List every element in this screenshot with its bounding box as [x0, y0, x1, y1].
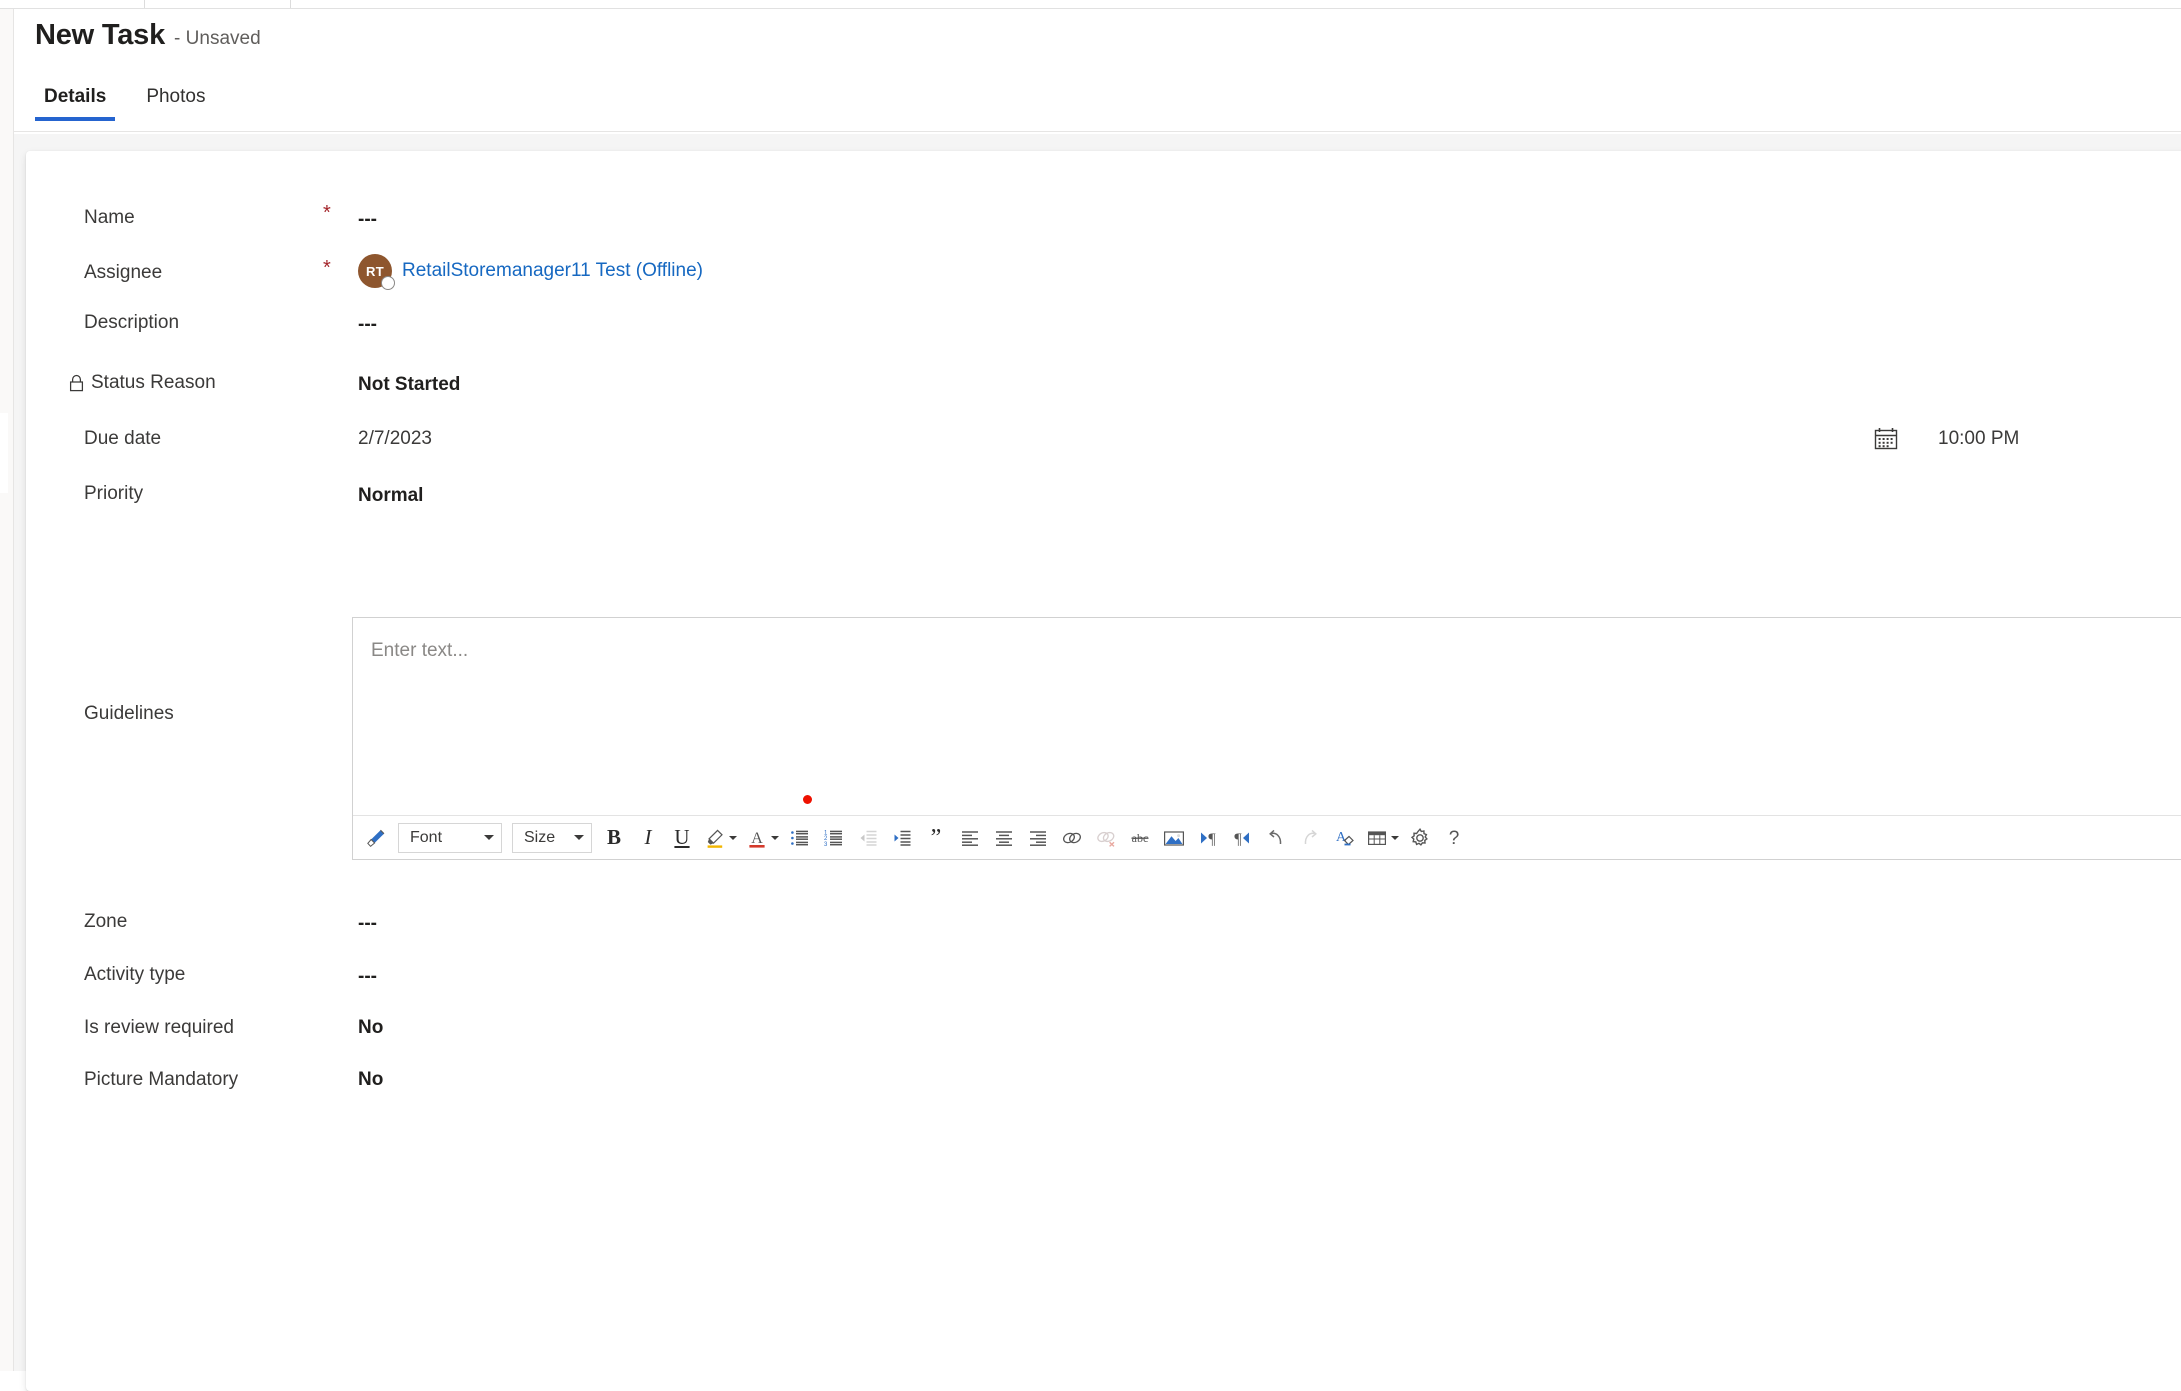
lock-icon — [68, 374, 85, 393]
chevron-down-icon — [1390, 835, 1399, 840]
clear-formatting-icon[interactable]: A — [1327, 821, 1361, 855]
tab-details[interactable]: Details — [35, 82, 116, 121]
font-family-dropdown[interactable]: Font — [398, 822, 502, 853]
underline-icon[interactable]: U — [665, 821, 699, 855]
required-indicator-assignee: * — [323, 257, 331, 279]
remove-link-icon — [1089, 821, 1123, 855]
field-value-activity-type[interactable]: --- — [358, 966, 377, 988]
page-header: New Task - Unsaved Details Photos — [14, 9, 2181, 134]
chevron-down-icon — [484, 835, 494, 840]
gutter-notch — [0, 413, 8, 493]
guidelines-placeholder: Enter text... — [371, 640, 469, 661]
field-label-zone: Zone — [84, 911, 128, 932]
avatar: RT — [358, 254, 395, 290]
decrease-indent-icon — [851, 821, 885, 855]
editor-toolbar: Font Size B I U A 1 2 3 ” abc ¶ ¶ A ? — [353, 815, 2181, 859]
align-right-icon[interactable] — [1021, 821, 1055, 855]
insert-link-icon[interactable] — [1055, 821, 1089, 855]
help-icon[interactable]: ? — [1437, 821, 1471, 855]
chevron-down-icon — [574, 835, 584, 840]
svg-text:¶: ¶ — [1234, 831, 1242, 848]
calendar-icon[interactable] — [1873, 426, 1899, 452]
field-label-due-date: Due date — [84, 428, 162, 449]
tab-details-label: Details — [44, 86, 107, 107]
numbered-list-icon[interactable]: 123 — [817, 821, 851, 855]
field-label-name: Name — [84, 207, 135, 228]
chevron-down-icon — [728, 835, 737, 840]
avatar-initials: RT — [366, 263, 384, 279]
field-value-name[interactable]: --- — [358, 209, 377, 231]
presence-offline-icon — [381, 276, 395, 290]
field-value-due-date[interactable]: 2/7/2023 — [358, 428, 432, 450]
tab-separator — [290, 0, 291, 8]
field-value-zone[interactable]: --- — [358, 913, 377, 935]
bold-icon[interactable]: B — [597, 821, 631, 855]
font-color-icon[interactable]: A — [741, 821, 783, 855]
strikethrough-icon[interactable]: abc — [1123, 821, 1157, 855]
font-family-label: Font — [410, 828, 443, 846]
field-label-guidelines: Guidelines — [84, 703, 174, 724]
field-label-picture-mandatory: Picture Mandatory — [84, 1069, 239, 1090]
field-value-priority[interactable]: Normal — [358, 485, 423, 507]
align-left-icon[interactable] — [953, 821, 987, 855]
highlight-color-icon[interactable] — [699, 821, 741, 855]
left-gutter — [0, 9, 14, 1371]
required-indicator-name: * — [323, 202, 331, 224]
assignee-link[interactable]: RetailStoremanager11 Test (Offline) — [402, 260, 703, 282]
chevron-down-icon — [770, 835, 779, 840]
task-details-form: Name * --- Assignee * RT RetailStoremana… — [26, 151, 2181, 1391]
field-label-activity-type: Activity type — [84, 964, 186, 985]
font-size-dropdown[interactable]: Size — [512, 822, 592, 853]
bulleted-list-icon[interactable] — [783, 821, 817, 855]
format-painter-icon[interactable] — [359, 821, 393, 855]
tab-bar: Details Photos — [35, 82, 214, 121]
editor-marker-dot — [803, 795, 812, 804]
assignee-chip[interactable]: RT RetailStoremanager11 Test (Offline) — [358, 254, 703, 290]
field-label-status-reason: Status Reason — [68, 372, 216, 394]
field-label-status-reason-text: Status Reason — [91, 372, 216, 393]
field-value-status-reason: Not Started — [358, 374, 461, 395]
svg-text:3: 3 — [824, 842, 828, 848]
browser-tab-strip — [0, 0, 2181, 9]
ltr-direction-icon[interactable]: ¶ — [1191, 821, 1225, 855]
guidelines-text-area[interactable]: Enter text... — [353, 618, 2181, 817]
page-title-status: - Unsaved — [174, 28, 261, 49]
tab-photos[interactable]: Photos — [137, 82, 214, 121]
guidelines-rich-text-editor: Enter text... Font Size B I U A 1 2 3 ” … — [352, 617, 2181, 860]
tab-separator — [144, 0, 145, 8]
svg-text:?: ? — [1449, 828, 1460, 849]
field-value-picture-mandatory[interactable]: No — [358, 1069, 383, 1091]
tab-photos-label: Photos — [146, 86, 206, 107]
rtl-direction-icon[interactable]: ¶ — [1225, 821, 1259, 855]
field-value-description[interactable]: --- — [358, 314, 377, 336]
svg-text:A: A — [751, 830, 763, 847]
field-value-due-time[interactable]: 10:00 PM — [1938, 428, 2019, 450]
header-divider — [14, 131, 2181, 132]
field-label-assignee: Assignee — [84, 262, 163, 283]
align-center-icon[interactable] — [987, 821, 1021, 855]
field-value-is-review-required[interactable]: No — [358, 1017, 383, 1039]
page-title: New Task - Unsaved — [35, 19, 261, 52]
field-label-is-review-required: Is review required — [84, 1017, 234, 1038]
font-size-label: Size — [524, 828, 556, 846]
insert-image-icon[interactable] — [1157, 821, 1191, 855]
insert-table-icon[interactable] — [1361, 821, 1403, 855]
blockquote-icon[interactable]: ” — [919, 821, 953, 855]
undo-icon[interactable] — [1259, 821, 1293, 855]
redo-icon — [1293, 821, 1327, 855]
italic-icon[interactable]: I — [631, 821, 665, 855]
svg-text:¶: ¶ — [1208, 831, 1216, 848]
field-label-priority: Priority — [84, 483, 144, 504]
svg-text:A: A — [1336, 830, 1347, 845]
editor-settings-icon[interactable] — [1403, 821, 1437, 855]
increase-indent-icon[interactable] — [885, 821, 919, 855]
page-title-main: New Task — [35, 19, 166, 51]
field-label-description: Description — [84, 312, 180, 333]
